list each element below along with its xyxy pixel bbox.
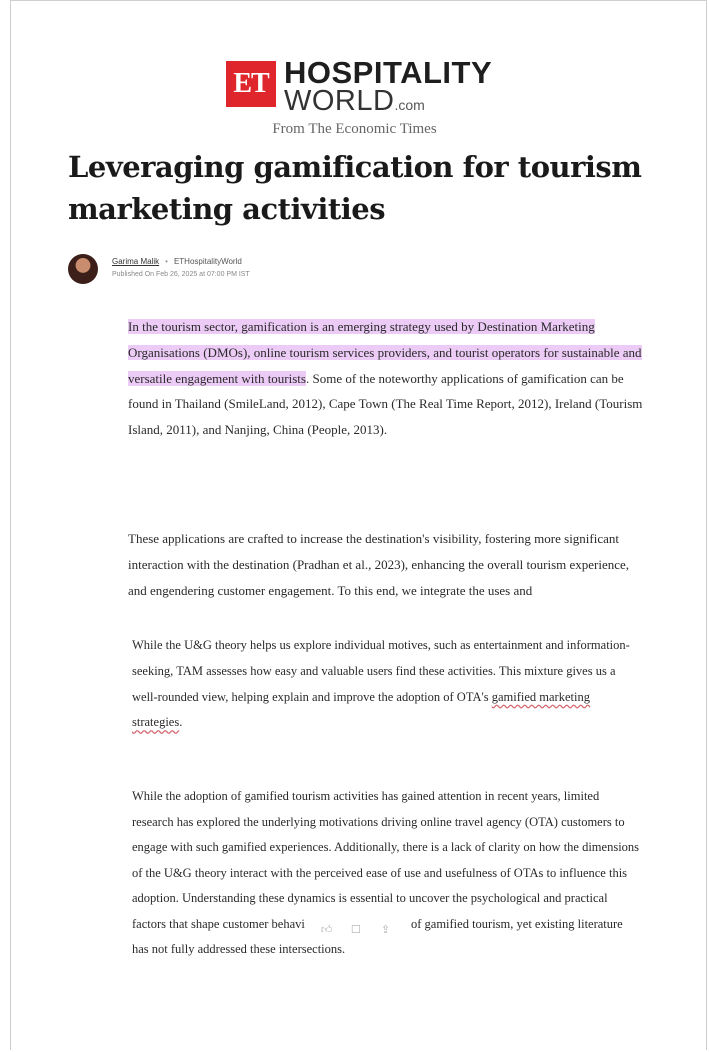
comment-icon[interactable]: ☐ [351,917,361,943]
byline: Garima Malik • ETHospitalityWorld [112,257,242,266]
thumbs-up-icon[interactable]: 👍︎ [321,917,333,943]
brand-suffix: .com [394,97,425,113]
author-link[interactable]: Garima Malik [112,257,159,266]
publication-name: ETHospitalityWorld [173,257,242,266]
tagline: From The Economic Times [272,121,437,137]
author-avatar[interactable] [68,254,98,284]
reaction-toolbar: 👍︎ ☐ ⇪ [308,917,404,936]
byline-separator: • [165,257,168,266]
masthead-logo[interactable]: ET HOSPITALITY WORLD.com [226,55,526,118]
brand-name-line2: WORLD.com [284,85,425,118]
share-icon[interactable]: ⇪ [381,917,390,943]
paragraph-4-start: While the adoption of gamified tourism a… [132,789,640,931]
paragraph-1: In the tourism sector, gamification is a… [128,314,648,443]
brand-word: WORLD [284,85,395,117]
publish-date: Published On Feb 26, 2025 at 07:00 PM IS… [112,271,250,278]
paragraph-3: While the U&G theory helps us explore in… [132,633,637,736]
paragraph-4: While the adoption of gamified tourism a… [132,784,642,963]
et-logo-mark: ET [226,61,276,107]
paragraph-2: These applications are crafted to increa… [128,531,630,598]
paragraph-3-end: . [179,715,183,730]
article-title: Leveraging gamification for tourism mark… [68,150,642,226]
